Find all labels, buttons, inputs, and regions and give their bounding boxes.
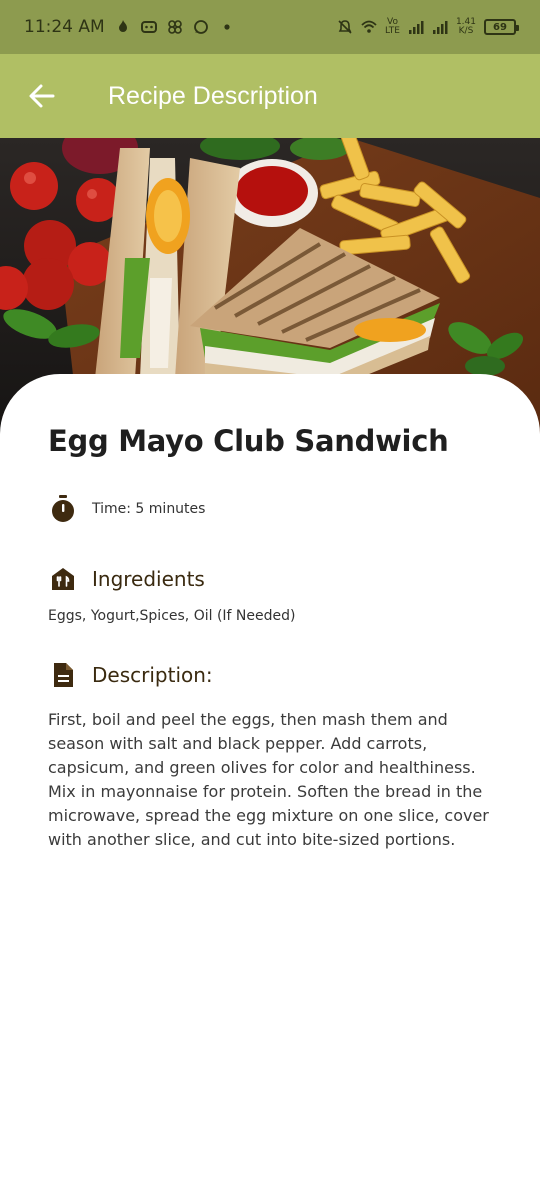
arrow-left-icon	[29, 84, 55, 108]
recipe-description: First, boil and peel the eggs, then mash…	[48, 710, 489, 849]
flame-notification-icon	[118, 20, 127, 32]
mute-bell-icon	[338, 20, 352, 34]
status-right: Vo LTE 1.41 K/S 69	[337, 18, 519, 36]
net-speed-unit: K/S	[458, 26, 474, 36]
document-icon	[48, 660, 78, 690]
app-bar: Recipe Description	[0, 54, 540, 138]
signal-sim1-icon	[408, 21, 424, 34]
time-row: Time: 5 minutes	[48, 494, 492, 524]
battery-level: 69	[493, 21, 507, 33]
back-button[interactable]	[0, 54, 84, 138]
prep-time: Time: 5 minutes	[92, 501, 206, 517]
pinwheel-notification-icon	[167, 20, 182, 34]
volte-indicator: Vo LTE	[385, 18, 400, 36]
ingredients-heading-row: Ingredients	[48, 564, 492, 594]
more-notifications-dot-icon	[224, 24, 230, 30]
ingredients-heading: Ingredients	[92, 567, 205, 591]
battery-indicator: 69	[484, 19, 519, 35]
game-notification-icon	[140, 21, 157, 33]
network-speed: 1.41 K/S	[456, 18, 476, 36]
ingredients-list: Eggs, Yogurt,Spices, Oil (If Needed)	[48, 608, 296, 624]
status-bar: 11:24 AM Vo LTE 1.41 K/S 69	[0, 0, 540, 54]
description-heading-row: Description:	[48, 660, 492, 690]
page-title: Recipe Description	[108, 81, 318, 110]
status-left: 11:24 AM	[24, 17, 235, 37]
whatsapp-notification-icon	[193, 20, 208, 34]
wifi-icon	[361, 20, 377, 33]
status-time: 11:24 AM	[24, 17, 105, 37]
stopwatch-icon	[48, 494, 78, 524]
signal-sim2-icon	[432, 21, 448, 34]
recipe-details-card: Egg Mayo Club Sandwich Time: 5 minutes I…	[0, 374, 540, 1200]
description-heading: Description:	[92, 663, 213, 687]
recipe-title: Egg Mayo Club Sandwich	[48, 424, 449, 458]
restaurant-icon	[48, 564, 78, 594]
volte-bottom: LTE	[384, 26, 400, 36]
